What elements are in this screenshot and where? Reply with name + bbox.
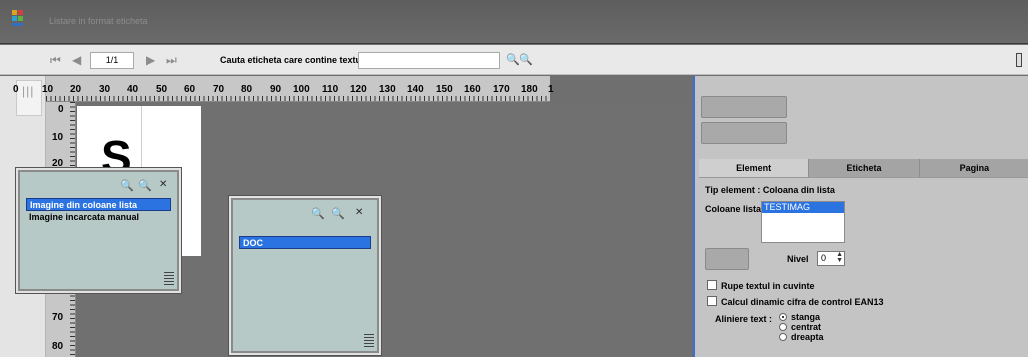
next-page-icon[interactable]: ▶ — [146, 53, 155, 67]
zoom-in-icon[interactable]: 🔍 — [120, 179, 134, 192]
list-item[interactable]: Imagine incarcata manual — [26, 211, 171, 224]
popup-list-left: Imagine din coloane lista Imagine incarc… — [26, 198, 171, 283]
close-icon[interactable]: ✕ — [159, 179, 167, 190]
search-input[interactable] — [358, 52, 500, 69]
ruler-tick-label: 180 — [521, 84, 538, 95]
ruler-tick-label: 80 — [52, 341, 64, 352]
spin-arrows-icon[interactable]: ▲ ▼ — [836, 251, 843, 264]
panel-tabs: Element Eticheta Pagina — [699, 159, 1028, 177]
action-button-2[interactable] — [701, 122, 787, 144]
list-item[interactable]: TESTIMAG — [762, 202, 844, 213]
ruler-tick-label: 20 — [52, 158, 64, 169]
list-item[interactable]: Imagine din coloane lista — [26, 198, 171, 211]
wrap-checkbox[interactable] — [707, 280, 717, 290]
small-button[interactable] — [705, 248, 749, 270]
resize-grip[interactable] — [164, 272, 174, 286]
ruler-tick-label: 70 — [213, 84, 225, 95]
zoom-out-icon[interactable]: 🔍 — [331, 207, 345, 220]
align-left-label: stanga — [791, 312, 821, 322]
align-right-radio[interactable] — [779, 333, 787, 341]
ruler-tick-label: 60 — [184, 84, 196, 95]
action-button-1[interactable] — [701, 96, 787, 118]
ruler-tick-label: 100 — [293, 84, 310, 95]
zoom-out-icon[interactable]: 🔍 — [138, 179, 152, 192]
app-icon — [12, 10, 24, 32]
ruler-tick-label: 10 — [52, 132, 64, 143]
column-popup[interactable]: 🔍 🔍 ✕ DOC — [231, 198, 379, 353]
ruler-tick-label: 120 — [350, 84, 367, 95]
align-right-label: dreapta — [791, 332, 824, 342]
first-page-icon[interactable]: ⏮ — [50, 53, 61, 67]
align-left-radio[interactable] — [779, 313, 787, 321]
search-next-icon[interactable]: 🔍 — [519, 53, 533, 66]
columns-icon[interactable]: ||| — [22, 84, 34, 98]
toolbar: ⏮ ◀ 1/1 ▶ ⏭ Cauta eticheta care contine … — [0, 45, 1028, 75]
ruler-tick-label: 70 — [52, 312, 64, 323]
tab-pagina[interactable]: Pagina — [919, 159, 1028, 177]
ruler-tick-label: 0 — [58, 104, 64, 115]
level-label: Nivel — [787, 254, 809, 264]
ruler-tick-label: 150 — [436, 84, 453, 95]
ean-label: Calcul dinamic cifra de control EAN13 — [721, 297, 884, 307]
tab-eticheta[interactable]: Eticheta — [809, 159, 920, 177]
align-label: Aliniere text : — [715, 314, 773, 324]
ruler-tick-label: 130 — [379, 84, 396, 95]
ruler-tick-label: 40 — [127, 84, 139, 95]
close-icon[interactable]: ✕ — [355, 207, 363, 218]
ruler-tick-label: 1 — [548, 84, 554, 95]
level-stepper[interactable]: 0 ▲ ▼ — [817, 251, 845, 266]
level-value: 0 — [821, 253, 827, 263]
ean-checkbox[interactable] — [707, 296, 717, 306]
last-page-icon[interactable]: ⏭ — [166, 53, 177, 67]
ruler-tick-label: 170 — [493, 84, 510, 95]
popup-list-right: DOC — [239, 236, 371, 345]
search-label: Cauta eticheta care contine textul : — [220, 55, 370, 65]
window-title: Listare in format eticheta — [49, 16, 148, 26]
prev-page-icon[interactable]: ◀ — [72, 53, 81, 67]
columns-label: Coloane lista — [705, 204, 762, 214]
align-center-label: centrat — [791, 322, 822, 332]
ruler-tick-label: 20 — [70, 84, 82, 95]
tab-element[interactable]: Element — [699, 159, 810, 177]
page-indicator[interactable]: 1/1 — [90, 52, 134, 69]
ruler-tick-label: 110 — [322, 84, 339, 95]
wrap-label: Rupe textul in cuvinte — [721, 281, 815, 291]
properties-panel: Element Eticheta Pagina Tip element : Co… — [693, 76, 1028, 357]
toolbar-grip[interactable] — [1016, 53, 1022, 67]
ruler-tick-label: 50 — [156, 84, 168, 95]
horizontal-ruler: 0 10 20 30 40 50 60 70 80 90 100 110 120 130 140 150 160… — [13, 76, 554, 102]
ruler-tick-label: 10 — [42, 84, 54, 95]
columns-listbox[interactable]: TESTIMAG — [761, 201, 845, 243]
ruler-tick-label: 160 — [464, 84, 481, 95]
panel-body: Tip element : Coloana din lista Coloane … — [699, 177, 1028, 357]
element-type-label: Tip element : Coloana din lista — [705, 185, 835, 195]
title-bar: Listare in format eticheta — [0, 0, 1028, 44]
ruler-tick-label: 0 — [13, 84, 19, 95]
ruler-tick-label: 30 — [99, 84, 111, 95]
list-item[interactable]: DOC — [239, 236, 371, 249]
align-center-radio[interactable] — [779, 323, 787, 331]
search-icon[interactable]: 🔍 — [506, 53, 520, 66]
image-source-popup[interactable]: 🔍 🔍 ✕ Imagine din coloane lista Imagine … — [18, 170, 179, 291]
ruler-tick-label: 80 — [241, 84, 253, 95]
zoom-in-icon[interactable]: 🔍 — [311, 207, 325, 220]
ruler-tick-label: 90 — [270, 84, 282, 95]
resize-grip[interactable] — [364, 334, 374, 348]
ruler-tick-label: 140 — [407, 84, 424, 95]
